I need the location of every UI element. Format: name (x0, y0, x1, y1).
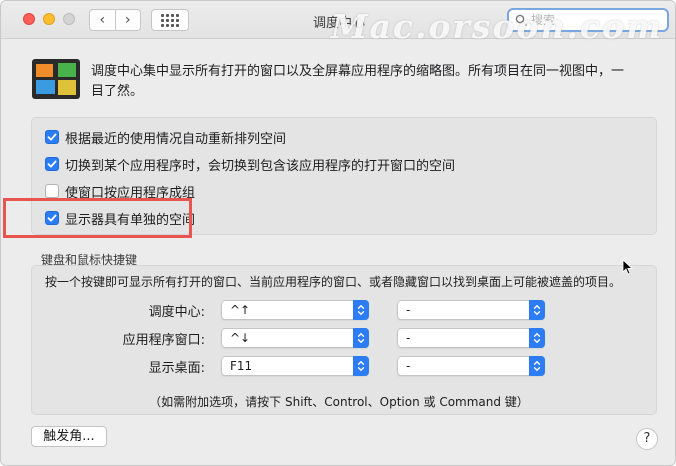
popup-value: ^↑ (230, 303, 251, 317)
up-down-arrows-icon (353, 328, 369, 348)
checkbox[interactable] (45, 157, 59, 171)
up-down-arrows-icon (353, 356, 369, 376)
application-windows-mouse-popup[interactable]: - (397, 328, 545, 348)
mission-control-mouse-popup[interactable]: - (397, 300, 545, 320)
mouse-pointer-icon (622, 259, 634, 275)
hot-corners-button[interactable]: 触发角... (31, 426, 107, 447)
checkbox[interactable] (45, 184, 59, 198)
checkmark-icon (47, 160, 57, 168)
option-label: 切换到某个应用程序时，会切换到包含该应用程序的打开窗口的空间 (65, 158, 456, 174)
search-icon (515, 14, 527, 26)
shortcut-label-application-windows: 应用程序窗口: (122, 333, 205, 348)
up-down-arrows-icon (353, 300, 369, 320)
annotation-highlight-box (3, 198, 192, 238)
application-windows-key-popup[interactable]: ^↓ (221, 328, 369, 348)
checkmark-icon (47, 133, 57, 141)
pane-description: 调度中心集中显示所有打开的窗口以及全屏幕应用程序的缩略图。所有项目在同一视图中，… (91, 64, 625, 99)
up-down-arrows-icon (529, 328, 545, 348)
checkbox[interactable] (45, 130, 59, 144)
search-field[interactable] (507, 8, 669, 32)
show-desktop-mouse-popup[interactable]: - (397, 356, 545, 376)
popup-value: ^↓ (230, 331, 251, 345)
up-down-arrows-icon (529, 356, 545, 376)
option-switch-to-app-space[interactable]: 切换到某个应用程序时，会切换到包含该应用程序的打开窗口的空间 (45, 155, 456, 174)
search-input[interactable] (531, 12, 661, 28)
show-desktop-key-popup[interactable]: F11 (221, 356, 369, 376)
shortcut-label-show-desktop: 显示桌面: (148, 361, 205, 376)
shortcuts-description: 按一个按键即可显示所有打开的窗口、当前应用程序的窗口、或者隐藏窗口以找到桌面上可… (45, 275, 622, 289)
popup-value: - (406, 303, 411, 317)
shortcut-label-mission-control: 调度中心: (148, 305, 205, 320)
mission-control-app-icon (32, 59, 80, 99)
option-auto-rearrange-spaces[interactable]: 根据最近的使用情况自动重新排列空间 (45, 128, 287, 147)
mission-control-window: ‹ › 调度中心 Mac.orsoon.com 调度中心集中显示所有打开的窗口以… (0, 0, 676, 466)
modifier-keys-note: （如需附加选项，请按下 Shift、Control、Option 或 Comma… (149, 395, 529, 409)
mission-control-key-popup[interactable]: ^↑ (221, 300, 369, 320)
popup-value: - (406, 331, 411, 345)
popup-value: F11 (230, 359, 253, 373)
option-label: 根据最近的使用情况自动重新排列空间 (65, 131, 287, 147)
popup-value: - (406, 359, 411, 373)
up-down-arrows-icon (529, 300, 545, 320)
title-bar: ‹ › 调度中心 Mac.orsoon.com (1, 1, 675, 46)
help-button[interactable]: ? (636, 428, 658, 450)
